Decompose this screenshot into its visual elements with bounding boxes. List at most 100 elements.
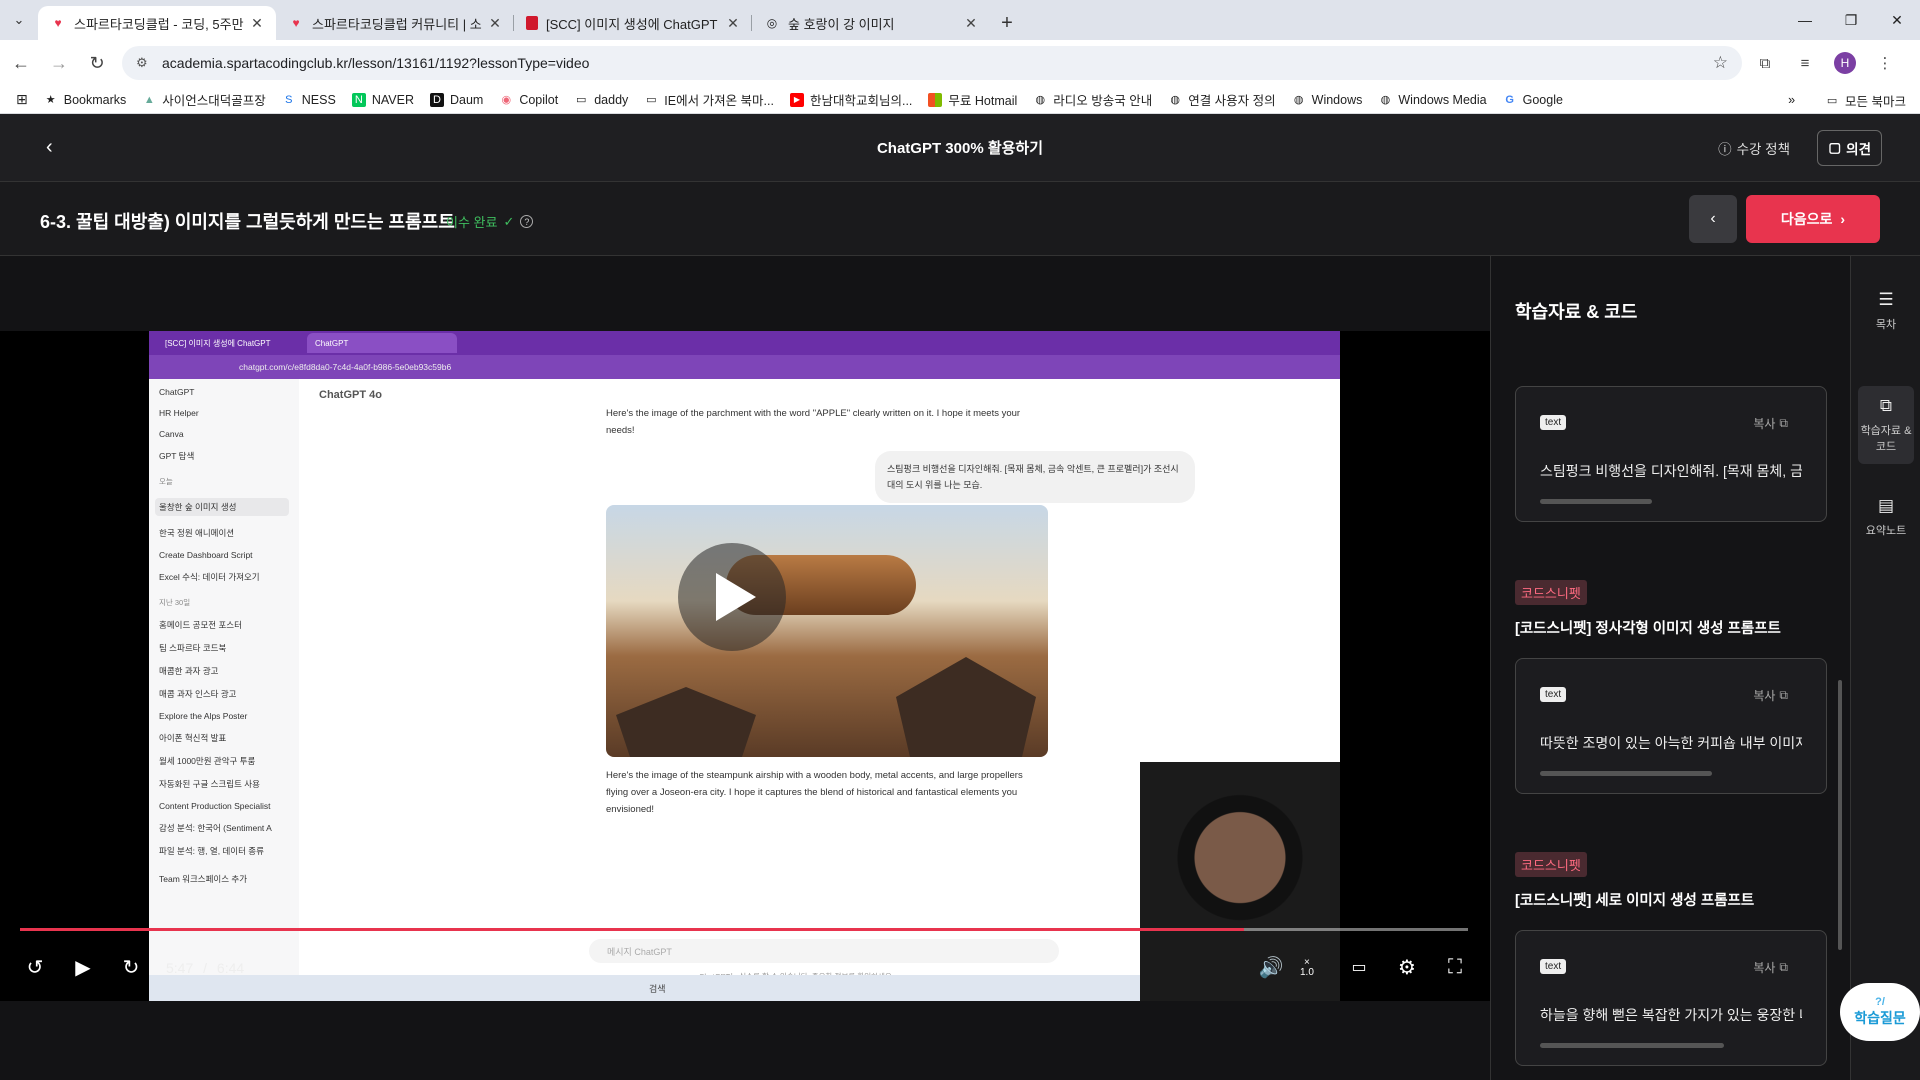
bookmark-item[interactable]: S NESS — [282, 93, 336, 107]
browser-tab-1[interactable]: ♥ 스파르타코딩클럽 - 코딩, 5주만 ✕ — [38, 6, 276, 40]
panel-scrollbar[interactable] — [1838, 680, 1842, 950]
bookmark-item[interactable]: ▲ 사이언스대덕골프장 — [142, 90, 266, 109]
copy-label: 복사 — [1753, 689, 1776, 703]
menu-kebab-icon[interactable]: ⋮ — [1868, 46, 1902, 80]
chevron-left-icon[interactable]: ‹ — [46, 136, 53, 159]
site-info-icon[interactable]: ⚙ — [136, 55, 156, 71]
bookmark-item[interactable]: ◍ 연결 사용자 정의 — [1168, 90, 1275, 109]
bookmark-item[interactable]: ◍ Windows — [1292, 93, 1363, 107]
bookmark-item[interactable]: ★ Bookmarks — [44, 93, 126, 107]
media-controls-icon[interactable]: ≡ — [1788, 46, 1822, 80]
code-text[interactable]: 스팀펑크 비행선을 디자인해줘. [목재 몸체, 금 — [1540, 461, 1802, 481]
bookmark-label: 사이언스대덕골프장 — [162, 94, 266, 108]
video-chatgpt-sidebar: ChatGPT HR Helper Canva GPT 탐색 오늘 울창한 숲 … — [149, 379, 299, 1001]
speed-button[interactable]: × 1.0 — [1300, 958, 1314, 978]
bookmark-folder[interactable]: ▭ daddy — [574, 93, 628, 107]
video-tab-title: [SCC] 이미지 생성에 ChatGPT — [165, 338, 271, 348]
video-user-message: 스팀펑크 비행선을 디자인해줘. [목재 몸체, 금속 악센트, 큰 프로펠러]… — [875, 451, 1195, 503]
rail-item-materials[interactable]: ⧉ 학습자료 & 코드 — [1858, 386, 1914, 464]
bookmark-label: IE에서 가져온 북마... — [664, 94, 774, 108]
video-model-name: ChatGPT 4o — [319, 389, 382, 401]
close-window-icon[interactable]: ✕ — [1874, 0, 1920, 40]
forward-10-icon[interactable]: ↻ — [116, 954, 146, 980]
video-assistant-message: Here's the image of the parchment with t… — [606, 408, 1021, 436]
rail-label: 요약노트 — [1865, 525, 1907, 537]
prev-lesson-button[interactable]: ‹ — [1689, 195, 1737, 243]
video-sidebar-item: 감성 분석: 한국어 (Sentiment A — [159, 823, 272, 833]
copy-button[interactable]: 복사 ⧉ — [1753, 687, 1788, 704]
code-text[interactable]: 따뜻한 조명이 있는 아늑한 커피숍 내부 이미지 — [1540, 733, 1802, 753]
bookmark-label: NESS — [301, 92, 336, 107]
all-bookmarks-button[interactable]: ▭ 모든 북마크 — [1825, 91, 1906, 110]
next-lesson-button[interactable]: 다음으로 › — [1746, 195, 1880, 243]
copy-button[interactable]: 복사 ⧉ — [1753, 959, 1788, 976]
video-player[interactable]: [SCC] 이미지 생성에 ChatGPT ChatGPT chatgpt.co… — [0, 331, 1490, 1001]
copy-button[interactable]: 복사 ⧉ — [1753, 415, 1788, 432]
code-text[interactable]: 하늘을 향해 뻗은 복잡한 가지가 있는 웅장한 나무 — [1540, 1005, 1802, 1025]
apps-grid-icon[interactable]: ⊞ — [16, 91, 28, 108]
bookmark-folder[interactable]: ▭ IE에서 가져온 북마... — [644, 90, 774, 109]
subtitles-icon[interactable]: ▭ — [1344, 954, 1374, 980]
settings-gear-icon[interactable]: ⚙ — [1392, 954, 1422, 980]
forward-arrow-icon[interactable]: → — [42, 46, 76, 80]
bookmark-label: Daum — [449, 92, 484, 107]
new-tab-button[interactable]: + — [990, 6, 1024, 40]
policy-link[interactable]: ⓘ 수강 정책 — [1718, 138, 1790, 158]
minimize-icon[interactable]: — — [1782, 0, 1828, 40]
bookmark-item[interactable]: G Google — [1503, 93, 1563, 107]
opinion-button[interactable]: ▢ 의견 — [1817, 130, 1882, 166]
browser-tab-3[interactable]: [SCC] 이미지 생성에 ChatGPT ✕ — [514, 6, 752, 40]
code-scrollbar[interactable] — [1540, 771, 1712, 776]
bookmark-star-icon[interactable]: ☆ — [1713, 53, 1728, 73]
status-label: 이수 완료 — [446, 215, 498, 230]
ness-icon: S — [285, 93, 293, 106]
browser-tab-2[interactable]: ♥ 스파르타코딩클럽 커뮤니티 | 소 ✕ — [276, 6, 514, 40]
bookmark-item[interactable]: ◍ Windows Media — [1378, 93, 1487, 107]
close-icon[interactable]: ✕ — [486, 15, 504, 32]
video-progress-bar[interactable] — [20, 928, 1468, 931]
browser-tab-4[interactable]: ◎ 숲 호랑이 강 이미지 ✕ — [752, 6, 990, 40]
video-sidebar-item: 매콤 과자 인스타 광고 — [159, 689, 237, 699]
qa-button[interactable]: ?/ 학습질문 — [1840, 983, 1920, 1041]
bookmark-item[interactable]: N NAVER — [351, 92, 414, 107]
bookmark-label: NAVER — [371, 92, 414, 107]
bookmark-item[interactable]: ◍ 라디오 방송국 안내 — [1033, 90, 1152, 109]
restore-icon[interactable]: ❐ — [1828, 0, 1874, 40]
course-title: ChatGPT 300% 활용하기 — [876, 140, 1044, 157]
status-badge: 이수 완료 ✓ ? — [446, 212, 534, 231]
help-icon[interactable]: ? — [520, 215, 534, 228]
volume-icon[interactable]: 🔊 — [1256, 954, 1286, 980]
extensions-icon[interactable]: ⧉ — [1748, 46, 1782, 80]
comment-icon: ▢ — [1828, 140, 1842, 155]
folder-icon: ▭ — [1826, 94, 1838, 107]
code-scrollbar[interactable] — [1540, 1043, 1724, 1048]
bookmark-item[interactable]: ▶ 한남대학교회님의... — [789, 90, 912, 109]
play-icon[interactable]: ▶ — [68, 954, 98, 980]
close-icon[interactable]: ✕ — [724, 15, 742, 32]
back-arrow-icon[interactable]: ← — [4, 46, 38, 80]
browser-tab-bar: ⌄ ♥ 스파르타코딩클럽 - 코딩, 5주만 ✕ ♥ 스파르타코딩클럽 커뮤니티… — [0, 0, 1920, 40]
url-text[interactable]: academia.spartacodingclub.kr/lesson/1316… — [162, 55, 1713, 71]
play-overlay-button[interactable] — [678, 543, 786, 651]
reload-icon[interactable]: ↻ — [80, 46, 114, 80]
close-icon[interactable]: ✕ — [248, 15, 266, 32]
bookmark-label: daddy — [594, 92, 629, 107]
address-bar[interactable]: ⚙ academia.spartacodingclub.kr/lesson/13… — [122, 46, 1742, 80]
rewind-10-icon[interactable]: ↺ — [20, 954, 50, 980]
close-icon[interactable]: ✕ — [962, 15, 980, 32]
course-header: ‹ ChatGPT 300% 활용하기 ⓘ 수강 정책 ▢ 의견 — [0, 114, 1920, 182]
rail-item-toc[interactable]: ☰ 목차 — [1858, 290, 1914, 332]
bookmarks-overflow-button[interactable]: » — [1788, 93, 1795, 107]
fullscreen-icon[interactable]: ⛶ — [1440, 954, 1470, 980]
bookmark-item[interactable]: ◉ Copilot — [499, 93, 559, 107]
code-card: text 복사 ⧉ 스팀펑크 비행선을 디자인해줘. [목재 몸체, 금 — [1515, 386, 1827, 522]
bookmark-item[interactable]: D Daum — [429, 92, 484, 107]
profile-button[interactable]: H — [1828, 46, 1862, 80]
list-icon: ☰ — [1878, 290, 1894, 309]
tab-search-icon[interactable]: ⌄ — [0, 0, 38, 40]
bookmark-item[interactable]: 무료 Hotmail — [928, 90, 1017, 109]
bookmark-label: Windows — [1311, 92, 1363, 107]
heart-icon: ♥ — [54, 16, 62, 30]
code-scrollbar[interactable] — [1540, 499, 1652, 504]
rail-item-notes[interactable]: ▤ 요약노트 — [1858, 496, 1914, 538]
